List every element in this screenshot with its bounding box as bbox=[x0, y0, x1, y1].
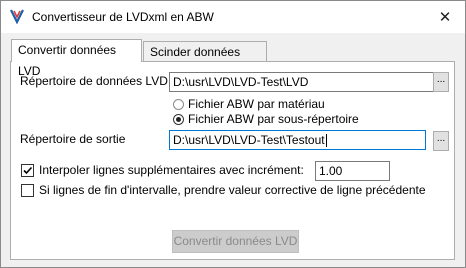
increment-input[interactable]: 1.00 bbox=[315, 161, 390, 181]
checkmark-icon bbox=[23, 166, 33, 174]
tab-convert[interactable]: Convertir données LVD bbox=[11, 39, 142, 78]
correction-option[interactable]: Si lignes de fin d'intervalle, prendre v… bbox=[21, 183, 426, 197]
radio-button-selected[interactable] bbox=[173, 113, 184, 125]
interpolate-option[interactable]: Interpoler lignes supplémentaires avec i… bbox=[21, 163, 304, 177]
radio-per-subdirectory[interactable]: Fichier ABW par sous-répertoire bbox=[173, 112, 359, 126]
close-icon: ✕ bbox=[438, 9, 452, 26]
radio-button[interactable] bbox=[173, 98, 184, 110]
browse-data-dir-button[interactable]: ... bbox=[433, 72, 449, 92]
radio-per-material[interactable]: Fichier ABW par matériau bbox=[173, 97, 325, 111]
app-icon bbox=[9, 8, 25, 25]
data-dir-input[interactable]: D:\usr\LVD\LVD-Test\LVD bbox=[169, 72, 436, 92]
data-dir-label: Répertoire de données LVD bbox=[20, 74, 168, 88]
correction-label: Si lignes de fin d'intervalle, prendre v… bbox=[39, 183, 426, 197]
text-caret bbox=[325, 134, 327, 148]
output-dir-value: D:\usr\LVD\LVD-Test\Testout bbox=[173, 133, 325, 147]
window-title: Convertisseur de LVDxml en ABW bbox=[32, 10, 214, 24]
interpolate-label: Interpoler lignes supplémentaires avec i… bbox=[39, 163, 304, 177]
output-dir-input[interactable]: D:\usr\LVD\LVD-Test\Testout bbox=[169, 130, 426, 150]
tab-split[interactable]: Scinder données LVD bbox=[143, 41, 267, 80]
output-dir-label: Répertoire de sortie bbox=[20, 132, 126, 146]
title-bar: Convertisseur de LVDxml en ABW ✕ bbox=[1, 1, 465, 33]
interpolate-checkbox[interactable] bbox=[21, 163, 34, 177]
correction-checkbox[interactable] bbox=[21, 183, 34, 197]
radio-per-material-label: Fichier ABW par matériau bbox=[188, 97, 325, 111]
radio-per-subdirectory-label: Fichier ABW par sous-répertoire bbox=[188, 112, 359, 126]
close-button[interactable]: ✕ bbox=[431, 5, 459, 29]
app-window: Convertisseur de LVDxml en ABW ✕ Convert… bbox=[0, 0, 466, 268]
browse-output-dir-button[interactable]: ... bbox=[433, 131, 449, 151]
convert-button[interactable]: Convertir données LVD bbox=[172, 230, 299, 253]
